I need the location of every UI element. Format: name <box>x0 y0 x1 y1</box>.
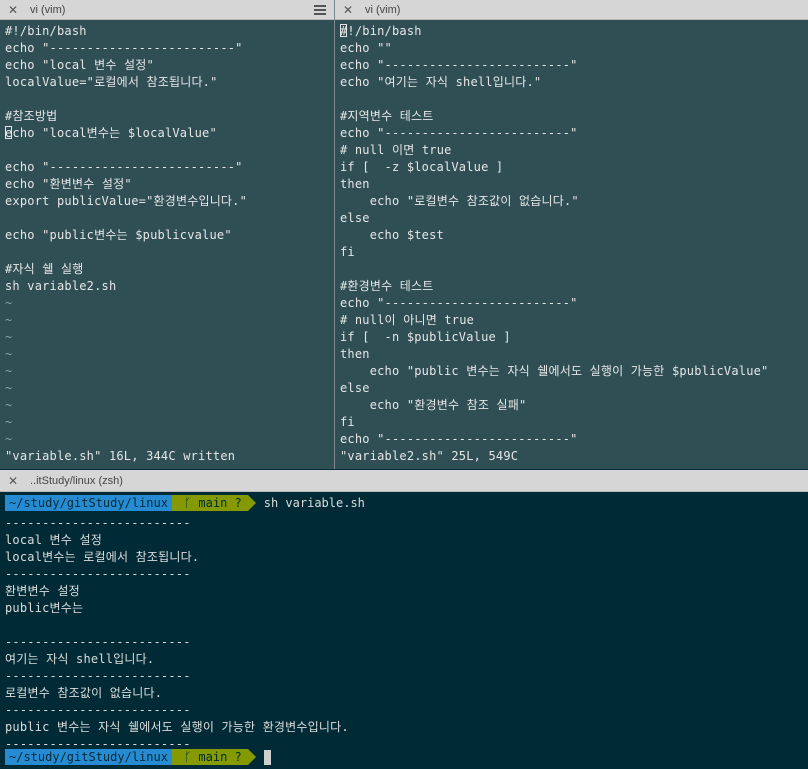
branch-icon: ᚴ <box>183 496 199 510</box>
terminal-output-line: public 변수는 자식 쉘에서도 실행이 가능한 환경변수입니다. <box>5 720 349 734</box>
empty-line-marker: ~ <box>5 296 13 310</box>
terminal-body[interactable]: ~/study/gitStudy/linux ᚴ main ? sh varia… <box>0 492 808 769</box>
code-line: export publicValue="환경변수입니다." <box>5 194 248 208</box>
prompt-line-current: ~/study/gitStudy/linux ᚴ main ? <box>5 749 271 765</box>
code-line: #!/bin/bash <box>5 24 87 38</box>
code-line: #자식 쉘 실행 <box>5 262 84 276</box>
code-line: fi <box>340 245 355 259</box>
terminal-output-line: public변수는 <box>5 601 84 615</box>
code-line: localValue="로컬에서 참조됩니다." <box>5 75 218 89</box>
code-line: #지역변수 테스트 <box>340 109 434 123</box>
code-line: echo "환경변수 참조 실패" <box>340 398 527 412</box>
code-line-text: echo "local변수는 $localValue" <box>5 126 217 140</box>
branch-icon: ᚴ <box>183 750 199 764</box>
code-line: # null이 아니면 true <box>340 313 475 327</box>
close-icon[interactable]: ✕ <box>6 474 20 488</box>
vim-status-line: "variable2.sh" 25L, 549C <box>340 449 519 463</box>
terminal-output-line: local 변수 설정 <box>5 533 102 547</box>
right-pane-title: vi (vim) <box>365 3 401 16</box>
code-line: echo "local변수는 $localValue" <box>5 125 217 142</box>
left-pane-tabbar: ✕ vi (vim) <box>0 0 334 20</box>
code-line: echo "-------------------------" <box>5 160 243 174</box>
prompt-path: ~/study/gitStudy/linux <box>5 495 180 511</box>
empty-line-marker: ~ <box>5 398 13 412</box>
empty-line-marker: ~ <box>5 432 13 446</box>
code-line: echo "-------------------------" <box>340 296 578 310</box>
terminal-output-line: local변수는 로컬에서 참조됩니다. <box>5 550 200 564</box>
code-line: echo "public변수는 $publicvalue" <box>5 228 232 242</box>
prompt-path: ~/study/gitStudy/linux <box>5 749 180 765</box>
code-line: echo "환변변수 설정" <box>5 177 132 191</box>
hamburger-menu-icon[interactable] <box>314 3 326 15</box>
terminal-output-line: 여기는 자식 shell입니다. <box>5 652 155 666</box>
code-line: else <box>340 381 370 395</box>
code-line: echo "-------------------------" <box>5 41 243 55</box>
prompt-line: ~/study/gitStudy/linux ᚴ main ? sh varia… <box>5 495 365 511</box>
code-line: #환경변수 테스트 <box>340 279 434 293</box>
terminal-pane[interactable]: ✕ ..itStudy/linux (zsh) ~/study/gitStudy… <box>0 470 808 769</box>
empty-line-marker: ~ <box>5 415 13 429</box>
left-editor[interactable]: #!/bin/bash echo "-----------------------… <box>0 20 334 469</box>
terminal-tabbar: ✕ ..itStudy/linux (zsh) <box>0 470 808 492</box>
code-line: if [ -z $localValue ] <box>340 160 504 174</box>
terminal-cursor <box>263 749 271 765</box>
code-line: then <box>340 347 370 361</box>
code-line: echo "local 변수 설정" <box>5 58 154 72</box>
code-line: else <box>340 211 370 225</box>
terminal-output-line: ------------------------- <box>5 669 191 683</box>
close-icon[interactable]: ✕ <box>6 3 20 17</box>
terminal-output-line: ------------------------- <box>5 516 191 530</box>
code-line: echo "public 변수는 자식 쉘에서도 실행이 가능한 $public… <box>340 364 769 378</box>
code-line: if [ -n $publicValue ] <box>340 330 511 344</box>
prompt-git-branch: ᚴ main ? <box>171 495 256 511</box>
code-line: sh variable2.sh <box>5 279 117 293</box>
terminal-output-line: 환변변수 설정 <box>5 584 80 598</box>
code-line: fi <box>340 415 355 429</box>
empty-line-marker: ~ <box>5 313 13 327</box>
terminal-output-line: ------------------------- <box>5 567 191 581</box>
terminal-output-line: ------------------------- <box>5 635 191 649</box>
prompt-command: sh variable.sh <box>263 496 365 510</box>
close-icon[interactable]: ✕ <box>341 3 355 17</box>
terminal-output-line: 로컬변수 참조값이 없습니다. <box>5 686 163 700</box>
empty-line-marker: ~ <box>5 330 13 344</box>
code-line: echo "-------------------------" <box>340 58 578 72</box>
code-line: # null 이면 true <box>340 143 452 157</box>
code-line: then <box>340 177 370 191</box>
code-line: echo "로컬변수 참조값이 없습니다." <box>340 194 579 208</box>
vim-status-line: "variable.sh" 16L, 344C written <box>5 449 236 463</box>
terminal-title: ..itStudy/linux (zsh) <box>30 474 123 487</box>
right-vim-pane[interactable]: ✕ vi (vim) #!/bin/bash echo "" echo "-----… <box>335 0 808 469</box>
empty-line-marker: ~ <box>5 381 13 395</box>
code-line: echo "-------------------------" <box>340 126 578 140</box>
empty-line-marker: ~ <box>5 364 13 378</box>
code-line: #!/bin/bash <box>340 23 422 40</box>
right-editor[interactable]: #!/bin/bash echo "" echo "----------------… <box>335 20 808 469</box>
left-vim-pane[interactable]: ✕ vi (vim) #!/bin/bash echo "------------… <box>0 0 334 469</box>
code-line: echo "" <box>340 41 392 55</box>
empty-line-marker: ~ <box>5 347 13 361</box>
right-pane-tabbar: ✕ vi (vim) <box>335 0 808 20</box>
prompt-git-branch: ᚴ main ? <box>171 749 256 765</box>
left-pane-title: vi (vim) <box>30 3 66 16</box>
code-line: echo "-------------------------" <box>340 432 578 446</box>
vim-cursor <box>5 126 12 139</box>
terminal-output-line: ------------------------- <box>5 703 191 717</box>
code-line: echo "여기는 자식 shell입니다." <box>340 75 542 89</box>
code-line: #참조방법 <box>5 109 58 123</box>
code-line-text: #!/bin/bash <box>340 24 422 38</box>
code-line: echo $test <box>340 228 444 242</box>
vim-cursor <box>340 24 347 37</box>
